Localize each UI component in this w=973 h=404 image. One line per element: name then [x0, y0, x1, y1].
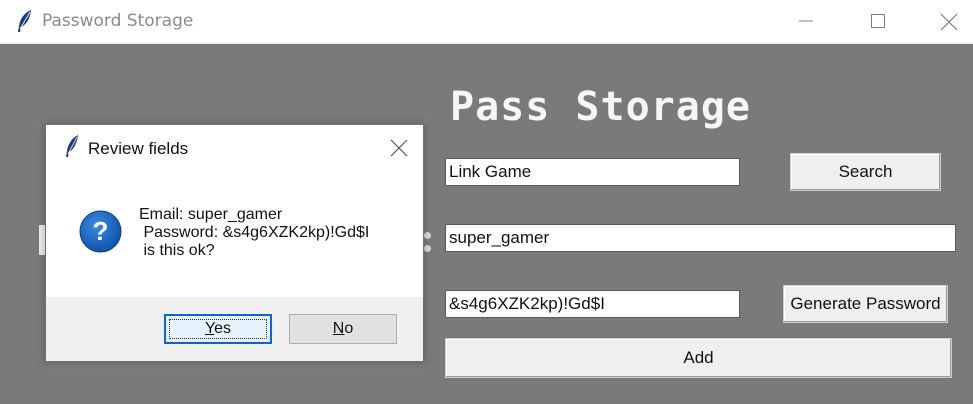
label-colon-dot	[424, 245, 431, 252]
dialog-message: Email: super_gamer Password: &s4g6XZK2kp…	[139, 206, 370, 259]
close-icon	[940, 13, 958, 31]
maximize-icon	[871, 14, 885, 28]
feather-icon	[66, 135, 78, 157]
password-input[interactable]: &s4g6XZK2kp)!Gd$I	[445, 290, 740, 318]
close-button[interactable]	[925, 0, 971, 43]
no-button[interactable]: No	[289, 314, 397, 344]
add-button[interactable]: Add	[445, 338, 952, 378]
dialog-body: ? Email: super_gamer Password: &s4g6XZK2…	[46, 169, 423, 297]
window-titlebar: Password Storage	[0, 0, 973, 44]
email-input[interactable]: super_gamer	[445, 224, 956, 252]
maximize-button[interactable]	[855, 0, 901, 43]
svg-text:?: ?	[93, 216, 109, 246]
website-input[interactable]: Link Game	[445, 158, 740, 186]
dialog-close-icon[interactable]	[386, 135, 412, 161]
window-title: Password Storage	[42, 11, 194, 31]
search-button[interactable]: Search	[790, 153, 941, 191]
no-label: o	[344, 320, 354, 337]
label-colon-dot	[424, 232, 431, 239]
dialog-titlebar: Review fields	[46, 125, 423, 169]
minimize-button[interactable]	[783, 0, 829, 43]
page-title: Pass Storage	[450, 84, 751, 130]
generate-password-button[interactable]: Generate Password	[783, 285, 948, 323]
dialog-footer: Yes No	[46, 297, 423, 361]
dialog-title: Review fields	[88, 139, 189, 158]
minimize-icon	[799, 20, 813, 22]
feather-icon	[18, 10, 31, 32]
focus-rectangle	[169, 319, 267, 339]
question-icon: ?	[79, 210, 122, 253]
review-dialog: Review fields ? Email: super_gamer Passw…	[45, 124, 424, 362]
no-mnemonic: N	[332, 320, 345, 337]
yes-button[interactable]: Yes	[164, 314, 272, 344]
